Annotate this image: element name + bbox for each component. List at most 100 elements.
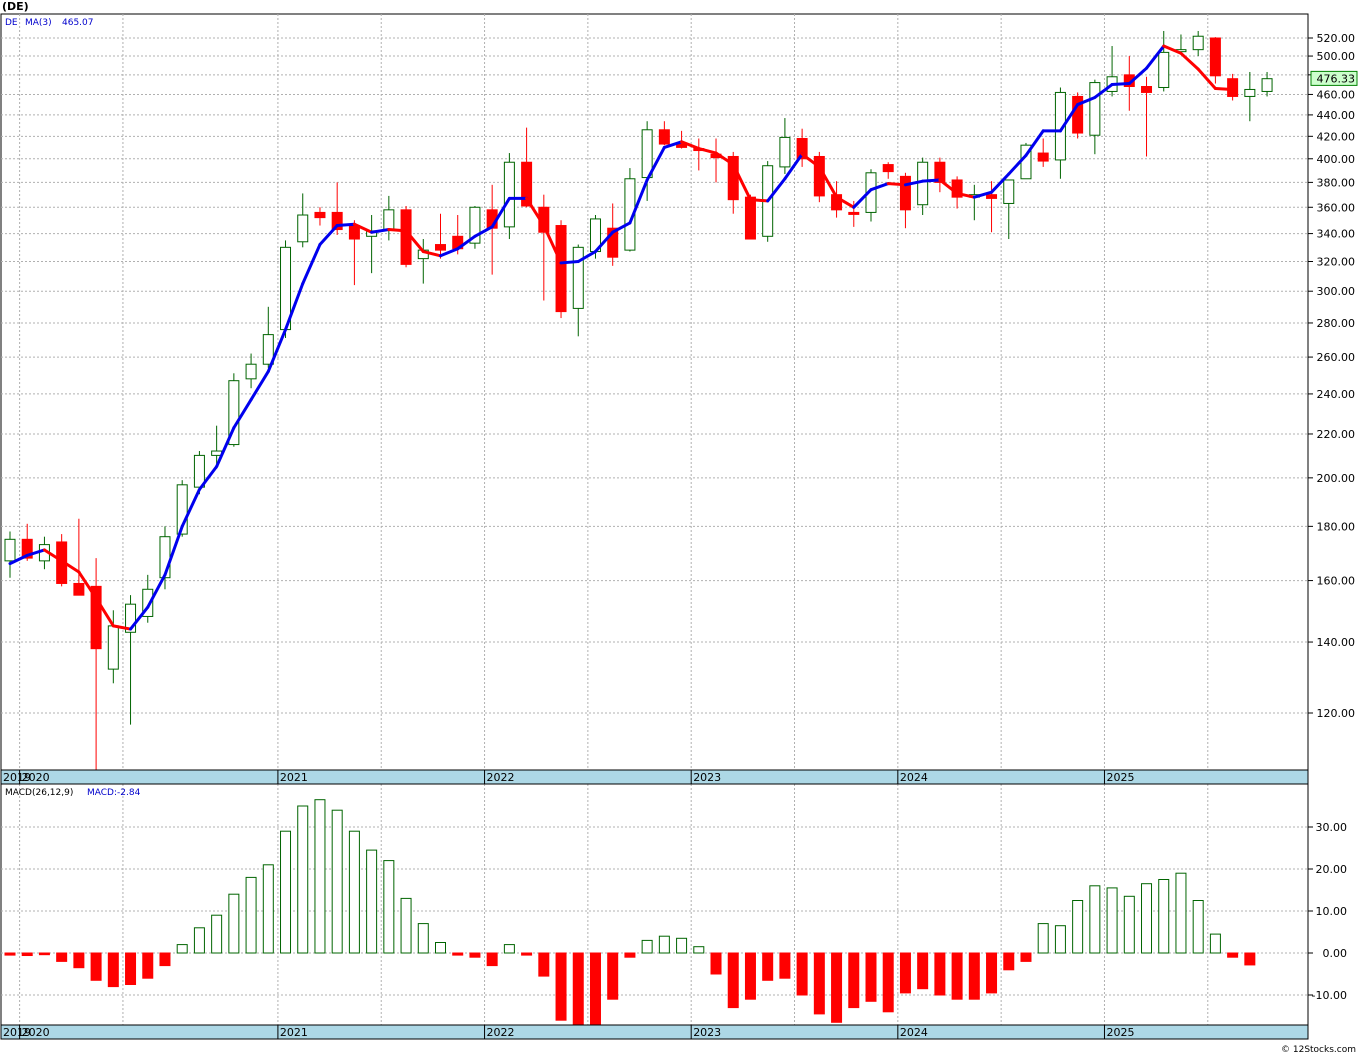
price-tick-label: 420.00 — [1317, 130, 1356, 143]
macd-bar — [555, 952, 567, 1021]
macd-bar — [986, 952, 998, 994]
macd-legend-name: MACD(26,12,9) — [5, 788, 73, 798]
macd-bar — [727, 952, 739, 1009]
macd-bar — [1141, 883, 1153, 954]
price-tick-label: 520.00 — [1317, 32, 1356, 45]
macd-tick-label: 0.00 — [1323, 947, 1348, 960]
macd-bar — [917, 952, 929, 990]
legend-ticker: DE — [5, 18, 18, 28]
candle-body — [1209, 37, 1221, 77]
candle-body — [658, 129, 670, 145]
macd-bar — [676, 937, 688, 954]
year-label: 2025 — [1106, 1026, 1134, 1039]
macd-bar — [865, 952, 877, 1002]
macd-bar — [486, 952, 498, 967]
macd-bar — [400, 897, 412, 954]
macd-bar — [297, 805, 309, 954]
macd-bar — [899, 952, 911, 994]
macd-bar — [435, 942, 446, 954]
candle-body — [986, 194, 998, 199]
price-tick-label: 200.00 — [1317, 472, 1356, 485]
ma-line-segment — [387, 228, 408, 233]
price-tick-label: 120.00 — [1317, 707, 1356, 720]
macd-bar — [1192, 900, 1204, 954]
macd-bar — [641, 939, 653, 954]
macd-bar — [744, 952, 756, 1000]
macd-bar — [383, 860, 395, 954]
ma-line-segment — [748, 198, 770, 203]
candle-body — [572, 246, 584, 309]
candle-body — [314, 211, 326, 219]
macd-bar — [762, 952, 774, 981]
year-label: 2024 — [900, 1026, 928, 1039]
macd-bar — [1003, 952, 1015, 971]
macd-bar — [280, 830, 292, 954]
year-label: 2022 — [487, 1026, 515, 1039]
year-label: 2020 — [22, 1026, 50, 1039]
macd-bar — [193, 927, 205, 954]
macd-bar — [848, 952, 860, 1009]
macd-bar — [125, 952, 137, 985]
macd-panel: 30.00 20.00 10.00 0.00 -10.00 MACD(26,12,9) MA… — [0, 783, 1348, 1040]
macd-bar — [56, 952, 68, 962]
macd-bar — [1089, 885, 1101, 954]
macd-bar — [624, 952, 636, 958]
macd-bar — [1244, 952, 1256, 966]
price-tick-label: 280.00 — [1317, 317, 1356, 330]
macd-bar — [211, 914, 223, 954]
year-label: 2025 — [1106, 771, 1134, 784]
candle-body — [1261, 78, 1273, 92]
macd-bar — [366, 849, 378, 954]
macd-bar — [1175, 872, 1187, 954]
candle-body — [435, 244, 446, 251]
candle-body — [4, 538, 16, 562]
macd-bar — [159, 952, 171, 967]
macd-bar — [693, 946, 705, 954]
macd-bar — [796, 952, 808, 996]
macd-bar — [107, 952, 119, 988]
macd-bar — [245, 876, 257, 954]
ma-line-segment — [1213, 86, 1235, 91]
price-tick-label: 320.00 — [1317, 255, 1356, 268]
candle-body — [899, 175, 911, 211]
legend-ma-label: MA(3) — [25, 18, 52, 28]
macd-legend-value: MACD:-2.84 — [87, 788, 141, 798]
macd-bar — [452, 952, 464, 956]
price-tick-label: 180.00 — [1317, 520, 1356, 533]
macd-bar — [1227, 952, 1239, 958]
price-plot-frame — [0, 13, 1309, 771]
macd-bar — [21, 952, 33, 957]
price-tick-label: 300.00 — [1317, 285, 1356, 298]
candle-body — [779, 136, 791, 168]
macd-bar — [469, 952, 481, 958]
candle-body — [297, 214, 309, 243]
candle-body — [383, 209, 395, 231]
macd-bar — [538, 952, 550, 977]
legend-ma-value: 465.07 — [62, 18, 94, 28]
macd-bar — [503, 944, 515, 954]
macd-bar — [589, 952, 601, 1025]
candle-body — [245, 363, 257, 380]
macd-bar — [38, 952, 50, 956]
year-label: 2021 — [280, 1026, 308, 1039]
macd-bar — [314, 799, 326, 954]
candle-body — [1244, 88, 1256, 97]
macd-bar — [90, 952, 102, 981]
macd-bar — [1123, 895, 1135, 954]
candle-body — [73, 582, 85, 596]
macd-bar — [331, 809, 343, 954]
candle-body — [503, 161, 515, 228]
candle-body — [555, 225, 567, 313]
macd-bar — [813, 952, 825, 1015]
price-tick-label: 220.00 — [1317, 428, 1356, 441]
candle-body — [848, 211, 860, 215]
candle-body — [1227, 78, 1239, 97]
price-tick-label: 440.00 — [1317, 109, 1356, 122]
price-tick-label: 360.00 — [1317, 201, 1356, 214]
candle-body — [813, 155, 825, 197]
macd-bar — [951, 952, 963, 1000]
macd-bar — [1054, 925, 1066, 954]
macd-bar — [73, 952, 85, 969]
macd-bar — [1209, 933, 1221, 954]
candle-body — [1037, 152, 1049, 162]
